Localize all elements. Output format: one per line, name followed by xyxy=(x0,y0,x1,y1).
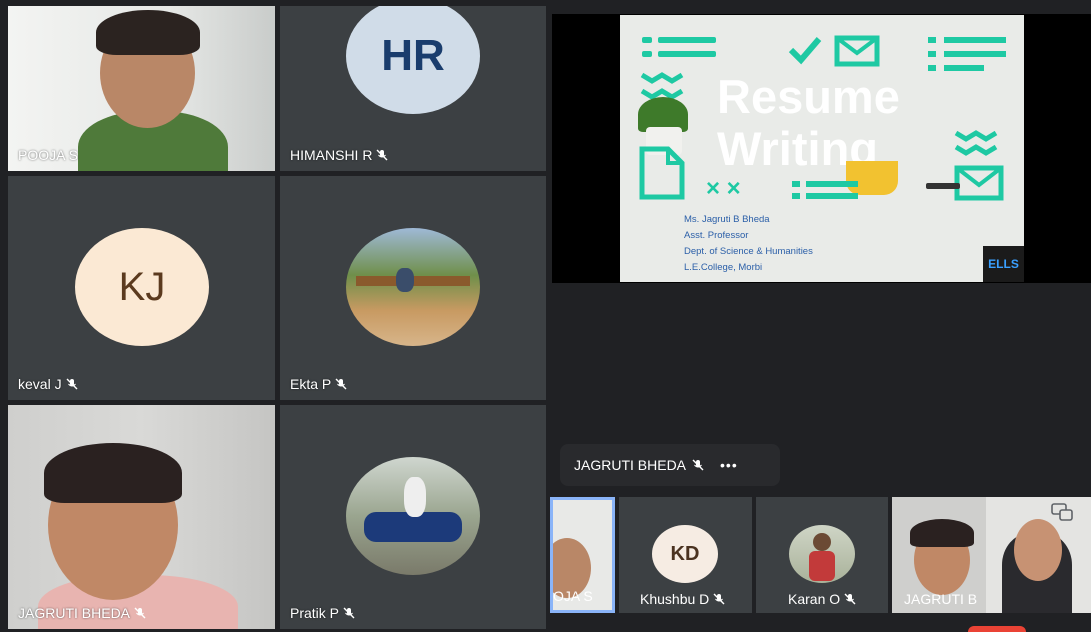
mic-off-icon xyxy=(343,607,355,619)
participant-name: JAGRUTI B xyxy=(904,591,978,607)
person-head xyxy=(813,533,831,551)
author-title: Asst. Professor xyxy=(684,230,749,241)
presenter-name: JAGRUTI BHEDA xyxy=(574,457,687,473)
slide-author-block: Ms. Jagruti B Bheda Asst. Professor Dept… xyxy=(684,212,813,276)
participant-tile-keval[interactable]: KJ keval J xyxy=(8,176,275,400)
participant-name: HIMANSHI R xyxy=(290,147,388,163)
author-name: Ms. Jagruti B Bheda xyxy=(684,214,770,225)
document-icon xyxy=(639,146,685,200)
participant-name: POOJA S xyxy=(18,147,78,163)
participant-name: OJA S xyxy=(553,588,593,604)
mic-off-icon xyxy=(335,378,347,390)
laptop-illustration xyxy=(926,183,960,189)
list-icon xyxy=(792,181,862,201)
mic-off-icon xyxy=(376,149,388,161)
participant-tile-himanshi[interactable]: HR HIMANSHI R xyxy=(280,6,546,171)
participant-tile-ekta[interactable]: Ekta P xyxy=(280,176,546,400)
presenter-bar: JAGRUTI BHEDA ••• xyxy=(560,444,780,486)
person-hair xyxy=(44,443,182,503)
list-icon xyxy=(642,37,717,71)
avatar: KD xyxy=(652,525,718,583)
layout-icon[interactable] xyxy=(1051,503,1073,521)
person-figure xyxy=(396,268,414,292)
more-options-icon[interactable]: ••• xyxy=(720,457,738,473)
presentation-slide: Resume Writing × × Ms. Jagruti B Bheda A… xyxy=(620,15,1024,282)
avatar xyxy=(346,228,480,346)
participant-name: Khushbu D xyxy=(640,591,725,607)
mic-off-icon xyxy=(134,607,146,619)
ells-logo: ELLS xyxy=(983,246,1024,282)
mic-off-icon xyxy=(692,459,704,471)
participant-name: keval J xyxy=(18,376,78,392)
mic-off-icon xyxy=(844,593,856,605)
person-hair xyxy=(910,519,974,547)
author-dept: Dept. of Science & Humanities xyxy=(684,246,813,257)
mic-off-icon xyxy=(713,593,725,605)
participant-tile-pooja[interactable]: POOJA S xyxy=(8,6,275,171)
avatar: HR xyxy=(346,6,480,114)
x-marks: × × xyxy=(706,175,741,202)
participant-tile-pratik[interactable]: Pratik P xyxy=(280,405,546,629)
person-figure xyxy=(404,477,426,517)
person-hair xyxy=(96,10,200,55)
list-icon xyxy=(928,37,1008,83)
zigzag-icon xyxy=(954,130,998,156)
person-body xyxy=(809,551,835,581)
avatar: KJ xyxy=(75,228,209,346)
end-call-button[interactable] xyxy=(968,626,1026,632)
slide-title-line1: Resume xyxy=(717,70,900,123)
mail-icon xyxy=(834,35,880,67)
participant-name: Pratik P xyxy=(290,605,355,621)
filmstrip-tile-jagruti[interactable]: JAGRUTI B xyxy=(892,497,986,613)
mic-off-icon xyxy=(66,378,78,390)
filmstrip-tile-khushbu[interactable]: KD Khushbu D xyxy=(619,497,752,613)
avatar xyxy=(346,457,480,575)
person-head xyxy=(1014,519,1062,581)
participant-name: Karan O xyxy=(788,591,856,607)
author-college: L.E.College, Morbi xyxy=(684,262,763,273)
mail-icon xyxy=(954,165,1004,201)
filmstrip-tile-karan[interactable]: Karan O xyxy=(756,497,888,613)
check-icon xyxy=(788,37,822,65)
filmstrip-tile-pooja[interactable]: OJA S xyxy=(550,497,615,613)
self-view-tile[interactable] xyxy=(986,497,1091,613)
avatar xyxy=(789,525,855,583)
participant-name: JAGRUTI BHEDA xyxy=(18,605,146,621)
participant-name: Ekta P xyxy=(290,376,347,392)
participant-tile-jagruti[interactable]: JAGRUTI BHEDA xyxy=(8,405,275,629)
